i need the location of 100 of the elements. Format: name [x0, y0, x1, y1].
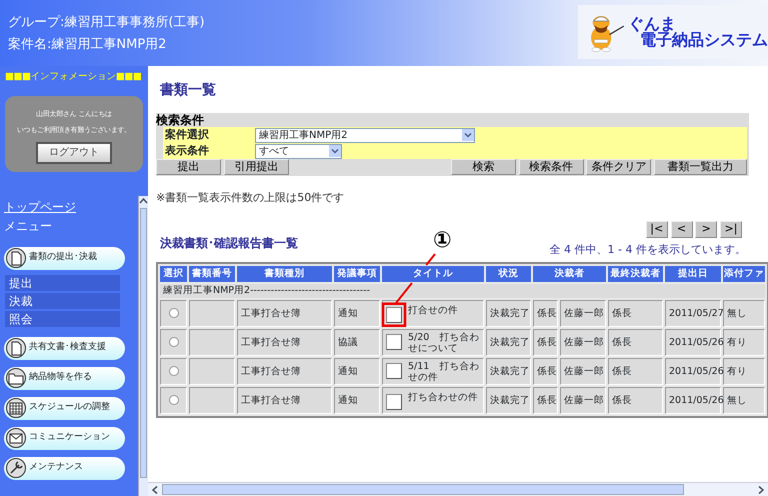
row-radio[interactable]	[168, 395, 178, 406]
pager-button[interactable]: >|	[720, 220, 742, 238]
row-radio[interactable]	[168, 366, 178, 376]
title-text: 5/20 打ち合わせについて	[408, 332, 480, 354]
table-cell: 係長	[608, 329, 663, 356]
highlight-frame	[382, 302, 406, 327]
table-cell: 協議	[334, 329, 380, 356]
table-cell: 係長	[533, 387, 558, 414]
column-header: 提出日	[665, 266, 721, 282]
horizontal-scrollbar[interactable]	[148, 482, 768, 496]
scroll-left-icon[interactable]	[150, 484, 160, 494]
column-header: 状況	[486, 266, 531, 282]
document-button[interactable]	[386, 334, 402, 350]
folder-icon	[6, 368, 26, 388]
case-select[interactable]: 練習用工事NMP用2	[255, 128, 475, 142]
document-button[interactable]	[386, 306, 402, 323]
scroll-up-icon[interactable]	[139, 196, 148, 206]
column-header: 決裁者	[533, 266, 606, 282]
menu-button[interactable]: スケジュールの調整	[4, 396, 125, 420]
row-radio[interactable]	[168, 337, 178, 348]
column-header: 書類種別	[237, 266, 332, 282]
column-header: 発議事項	[334, 266, 380, 282]
logo-text: ぐんま	[628, 16, 676, 32]
table-cell: 佐藤一郎	[560, 300, 606, 328]
table-cell: 工事打合せ簿	[237, 329, 332, 356]
column-header: 書類番号	[189, 266, 235, 282]
title-text: 5/11 打ち合わせの件	[408, 360, 480, 383]
vertical-scrollbar[interactable]	[138, 196, 148, 496]
info-heading: ■■■インフォメーション■■■	[5, 70, 142, 84]
column-header: 選択	[160, 266, 187, 282]
action-button[interactable]: 条件クリア	[586, 159, 652, 175]
table-cell: 決裁完了	[486, 329, 531, 356]
table-cell: 無し	[723, 387, 765, 414]
table-cell: 係長	[533, 358, 558, 386]
logout-button[interactable]: ログアウト	[36, 142, 112, 164]
table-cell: 工事打合せ簿	[237, 300, 332, 328]
menu-button[interactable]: メンテナンス	[4, 456, 125, 480]
top-page-link[interactable]: トップページ	[4, 198, 76, 216]
table-cell: 佐藤一郎	[560, 329, 606, 356]
result-count: 全 4 件中、1 - 4 件を表示しています。	[550, 242, 746, 258]
table-cell: 係長	[608, 387, 663, 414]
table-cell: 係長	[608, 358, 663, 386]
table-cell: 通知	[334, 300, 380, 328]
table-cell: 係長	[533, 329, 558, 356]
case-label: 案件名:練習用工事NMP用2	[8, 36, 166, 54]
table-cell: 佐藤一郎	[560, 358, 606, 386]
field-label: 案件選択	[164, 126, 210, 143]
limit-note: ※書類一覧表示件数の上限は50件です	[156, 190, 346, 206]
table-cell: 通知	[334, 387, 380, 414]
table-cell: 決裁完了	[486, 387, 531, 414]
submenu-link[interactable]: 提出	[5, 274, 120, 290]
menu-button[interactable]: 納品物等を作る	[4, 366, 125, 390]
pager-button[interactable]: |<	[646, 220, 668, 238]
table-cell: 2011/05/27	[665, 300, 721, 328]
table-cell: 係長	[533, 300, 558, 328]
document-icon	[6, 248, 26, 268]
menu-button[interactable]: コミュニケーション	[4, 426, 125, 450]
table-cell: 決裁完了	[486, 300, 531, 328]
column-header: タイトル	[382, 266, 484, 282]
row-radio[interactable]	[168, 308, 178, 318]
wrench-icon	[6, 458, 26, 478]
annotation-number: ①	[433, 230, 452, 252]
table-cell: 有り	[723, 358, 765, 386]
table-cell: 通知	[334, 358, 380, 386]
action-button[interactable]: 引用提出	[224, 159, 289, 175]
action-button[interactable]: 書類一覧出力	[654, 159, 747, 175]
action-button[interactable]: 検索	[450, 159, 516, 175]
column-header: 添付ファ	[723, 266, 765, 282]
document-button[interactable]	[386, 394, 402, 410]
list-title: 決裁書類･確認報告書一覧	[160, 235, 298, 252]
document-button[interactable]	[386, 362, 402, 379]
filter-select[interactable]: すべて	[255, 144, 342, 158]
search-heading: 検索条件	[156, 113, 205, 127]
table-cell: 工事打合せ簿	[237, 387, 332, 414]
submenu-link[interactable]: 決裁	[5, 292, 120, 308]
menu-button[interactable]: 書類の提出･決裁	[4, 246, 125, 270]
title-text: 打合せの件	[408, 304, 458, 316]
action-button[interactable]: 検索条件	[518, 159, 584, 175]
submenu-link[interactable]: 照会	[5, 310, 120, 326]
scroll-right-icon[interactable]	[756, 484, 766, 494]
column-header: 最終決裁者	[608, 266, 663, 282]
title-text: 打ち合わせの件	[408, 392, 478, 403]
document-icon	[6, 338, 26, 358]
field-label: 表示条件	[164, 142, 210, 159]
group-label: グループ:練習用工事事務所(工事)	[8, 14, 205, 32]
table-cell: 決裁完了	[486, 358, 531, 386]
table-cell: 工事打合せ簿	[237, 358, 332, 386]
table-cell: 佐藤一郎	[560, 387, 606, 414]
table-cell: 無し	[723, 300, 765, 328]
action-button[interactable]: 提出	[156, 159, 221, 175]
group-row: 練習用工事NMP用2-----------------------------------	[160, 284, 765, 298]
menu-button[interactable]: 共有文書･検査支援	[4, 336, 125, 360]
table-cell: 2011/05/26	[665, 358, 721, 386]
logo-text: 電子納品システム	[640, 32, 768, 48]
pager-button[interactable]: <	[670, 220, 692, 238]
table-cell: 2011/05/26	[665, 387, 721, 414]
table-cell: 2011/05/26	[665, 329, 721, 356]
table-cell: 係長	[608, 300, 663, 328]
pager-button[interactable]: >	[695, 220, 718, 238]
calendar-icon	[6, 398, 26, 418]
